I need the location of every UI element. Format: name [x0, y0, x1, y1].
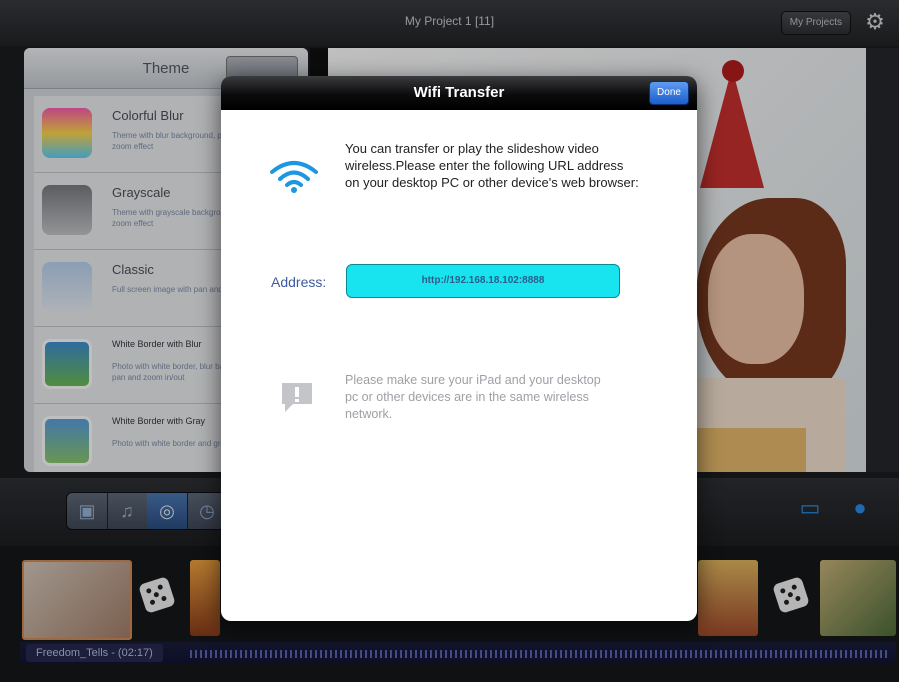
network-note: Please make sure your iPad and your desk… — [345, 373, 601, 421]
done-button[interactable]: Done — [649, 81, 689, 105]
dialog-title: Wifi Transfer — [413, 84, 505, 101]
address-field[interactable]: http://192.168.18.102:8888 — [346, 264, 620, 298]
intro-text: You can transfer or play the slideshow v… — [345, 141, 639, 190]
wifi-transfer-dialog: Wifi Transfer Done You can transfer or p… — [221, 76, 697, 621]
dialog-header: Wifi Transfer Done — [221, 76, 697, 110]
exclamation-speech-bubble-icon — [282, 383, 312, 412]
address-label: Address: — [271, 274, 327, 290]
wifi-icon — [270, 161, 318, 193]
